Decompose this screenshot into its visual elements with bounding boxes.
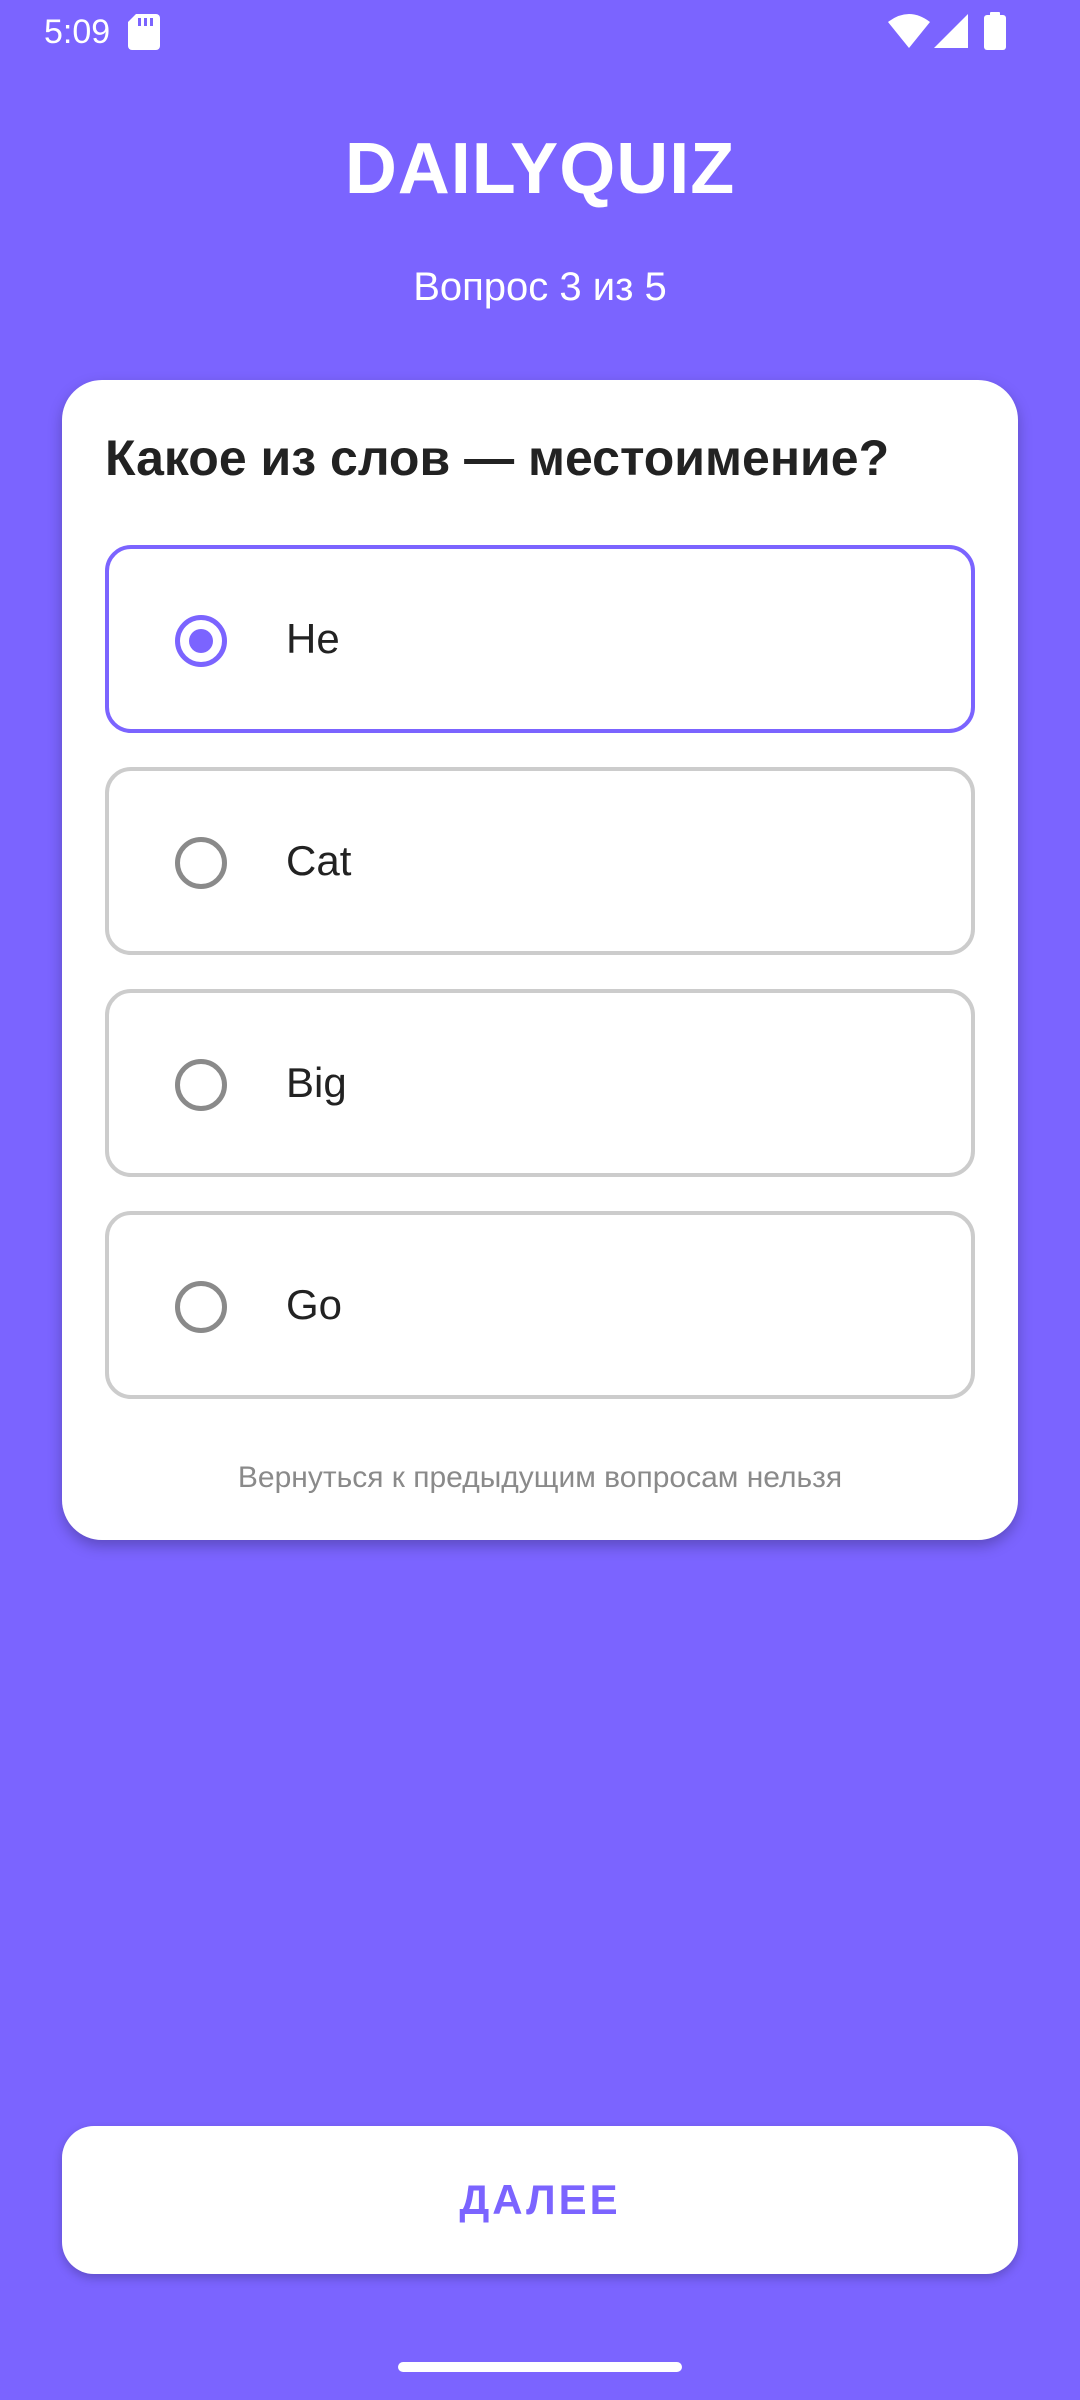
answer-option-label: He — [286, 615, 340, 662]
radio-unselected-icon[interactable] — [175, 1281, 227, 1333]
answer-option-label: Big — [286, 1059, 347, 1106]
question-text: Какое из слов — местоимение? — [105, 430, 890, 486]
status-time: 5:09 — [44, 13, 111, 51]
answer-option-big[interactable]: Big — [105, 989, 975, 1177]
answer-option-label: Cat — [286, 837, 352, 884]
home-indicator[interactable] — [398, 2362, 682, 2372]
radio-selected-icon[interactable] — [175, 615, 227, 667]
question-progress: Вопрос 3 из 5 — [413, 265, 667, 309]
next-button[interactable]: ДАЛЕЕ — [62, 2126, 1018, 2274]
radio-dot — [189, 629, 213, 653]
wifi-icon — [888, 14, 930, 48]
answer-option-label: Go — [286, 1281, 343, 1328]
radio-unselected-icon[interactable] — [175, 1059, 227, 1111]
battery-icon — [984, 12, 1006, 50]
radio-unselected-icon[interactable] — [175, 837, 227, 889]
answer-option-go[interactable]: Go — [105, 1211, 975, 1399]
app-title: DAILYQUIZ — [344, 129, 736, 209]
quiz-card: Какое из слов — местоимение? He Cat Big … — [62, 380, 1018, 1540]
answer-option-cat[interactable]: Cat — [105, 767, 975, 955]
no-going-back-note: Вернуться к предыдущим вопросам нельзя — [237, 1461, 843, 1494]
sd-card-icon — [128, 14, 160, 50]
answer-option-he[interactable]: He — [105, 545, 975, 733]
signal-icon — [934, 14, 968, 48]
status-bar: 5:09 — [0, 0, 1080, 64]
